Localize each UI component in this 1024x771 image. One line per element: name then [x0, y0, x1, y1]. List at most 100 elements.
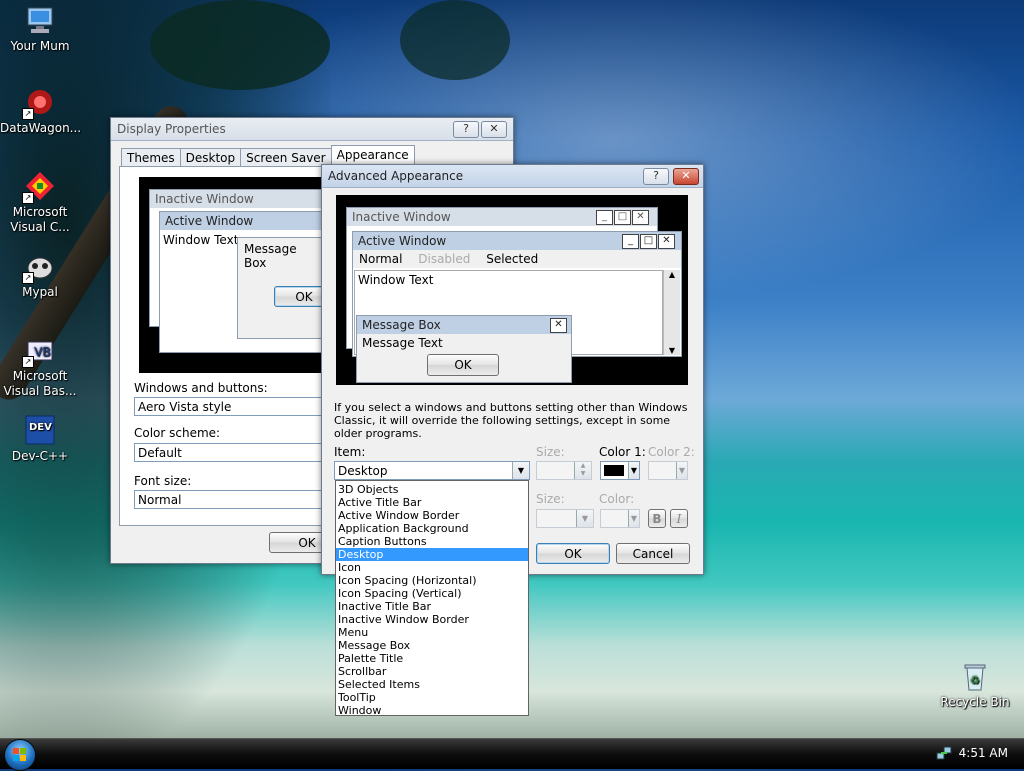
dropdown-option[interactable]: Icon Spacing (Vertical) [336, 587, 528, 600]
color-scheme-label: Color scheme: [134, 426, 221, 440]
help-button[interactable]: ? [453, 121, 479, 138]
font-size-label: Font size: [134, 474, 192, 488]
windows-logo-icon [13, 748, 27, 762]
preview-message-box-titlebar: Message Box ✕ [357, 316, 571, 334]
shortcut-arrow-icon: ↗ [22, 272, 34, 284]
dropdown-option[interactable]: Selected Items [336, 678, 528, 691]
dropdown-option[interactable]: Active Window Border [336, 509, 528, 522]
desktop-icon-label: DataWagon... [0, 121, 82, 135]
dropdown-option[interactable]: Inactive Window Border [336, 613, 528, 626]
font-color-picker[interactable]: ▼ [600, 509, 640, 528]
advanced-cancel-button[interactable]: Cancel [616, 543, 690, 564]
preview-menu-bar: Normal Disabled Selected [353, 250, 681, 268]
bold-button[interactable]: B [648, 509, 666, 528]
taskbar: 4:51 AM [0, 738, 1024, 771]
italic-button[interactable]: I [670, 509, 688, 528]
preview-active-title: Active Window [160, 212, 335, 230]
svg-text:♻: ♻ [970, 674, 980, 687]
tab-desktop[interactable]: Desktop [179, 148, 242, 167]
close-button[interactable]: ✕ [481, 121, 507, 138]
desktop-icon-datawagon[interactable]: ↗ DataWagon... [0, 86, 82, 136]
desktop-icon-recycle-bin[interactable]: ♻ Recycle Bin [935, 660, 1015, 710]
font-size-select[interactable]: ▼ [536, 509, 594, 528]
preview-menu-selected: Selected [486, 252, 539, 266]
font-size-label: Size: [536, 492, 565, 506]
advanced-ok-button[interactable]: OK [536, 543, 610, 564]
desktop-icon-label: Dev-C++ [11, 449, 69, 463]
tab-themes[interactable]: Themes [121, 148, 181, 167]
dropdown-option[interactable]: Menu [336, 626, 528, 639]
color-scheme-select[interactable]: Default [134, 443, 324, 462]
dropdown-option[interactable]: Icon [336, 561, 528, 574]
visual-basic-icon: VB ↗ [22, 334, 56, 368]
help-button[interactable]: ? [643, 168, 669, 185]
tab-screen-saver[interactable]: Screen Saver [240, 148, 332, 167]
chevron-down-icon: ▼ [576, 510, 593, 527]
preview-menu-normal: Normal [359, 252, 403, 266]
dropdown-option[interactable]: Scrollbar [336, 665, 528, 678]
color1-swatch [604, 465, 624, 476]
dropdown-option[interactable]: ToolTip [336, 691, 528, 704]
chevron-down-icon[interactable]: ▼ [512, 462, 529, 479]
close-icon: ✕ [658, 234, 675, 249]
preview-inactive-title: Inactive Window [150, 190, 330, 208]
scroll-down-icon: ▼ [668, 346, 676, 355]
start-button[interactable] [4, 739, 36, 771]
window-title: Advanced Appearance [328, 169, 464, 183]
desktop-icon-devcpp[interactable]: DEV Dev-C++ [0, 414, 80, 464]
palm-leaves-decoration [150, 0, 330, 90]
computer-icon [24, 4, 56, 36]
item-label: Item: [334, 445, 366, 459]
devcpp-icon: DEV [24, 414, 56, 446]
size-label: Size: [536, 445, 565, 459]
dropdown-option[interactable]: Icon Spacing (Horizontal) [336, 574, 528, 587]
preview-active-title: Active Window [358, 234, 447, 248]
minimize-icon: _ [622, 234, 639, 249]
desktop-icon-label: Microsoft Visual C... [10, 205, 70, 234]
preview-active-titlebar: Active Window _ □ ✕ [353, 232, 681, 250]
dropdown-option[interactable]: Window [336, 704, 528, 717]
color1-picker[interactable]: ▼ [600, 461, 640, 480]
dropdown-option[interactable]: 3D Objects [336, 483, 528, 496]
preview-message-box-title: Message Box [362, 318, 441, 332]
tab-strip: Themes Desktop Screen Saver Appearance [121, 145, 415, 167]
desktop-icon-visual-c[interactable]: ↗ Microsoft Visual C... [0, 170, 80, 235]
preview-message-box-title: Message Box [244, 242, 297, 270]
size-spinner[interactable]: ▲ ▼ [536, 461, 592, 480]
desktop-icon-visual-basic[interactable]: VB ↗ Microsoft Visual Bas... [0, 334, 80, 399]
chevron-down-icon: ▼ [628, 510, 639, 527]
preview-message-box: Message Box ✕ Message Text OK [356, 315, 572, 383]
dropdown-option[interactable]: Application Background [336, 522, 528, 535]
close-icon: ✕ [632, 210, 649, 225]
network-icon[interactable] [936, 745, 952, 761]
minimize-icon: _ [596, 210, 613, 225]
windows-buttons-select[interactable]: Aero Vista style [134, 397, 324, 416]
datawagon-icon: ↗ [22, 86, 56, 120]
color2-label: Color 2: [648, 445, 695, 459]
preview-message-box: Message Box OK [237, 237, 334, 339]
maximize-icon: □ [640, 234, 657, 249]
preview-menu-disabled: Disabled [418, 252, 471, 266]
close-button[interactable]: ✕ [673, 168, 699, 185]
advanced-appearance-titlebar[interactable]: Advanced Appearance ? ✕ [322, 165, 703, 188]
display-properties-titlebar[interactable]: Display Properties ? ✕ [111, 118, 513, 141]
desktop-icon-mypal[interactable]: ↗ Mypal [0, 250, 80, 300]
shortcut-arrow-icon: ↗ [22, 356, 34, 368]
mypal-icon: ↗ [22, 250, 56, 284]
preview-ok-button: OK [427, 354, 499, 376]
color2-picker[interactable]: ▼ [648, 461, 688, 480]
desktop-icon-your-mum[interactable]: Your Mum [0, 4, 80, 54]
item-dropdown-list: 3D Objects Active Title Bar Active Window … [335, 480, 529, 717]
font-size-select[interactable]: Normal [134, 490, 324, 509]
dropdown-option[interactable]: Desktop [336, 548, 528, 561]
windows-buttons-value: Aero Vista style [138, 400, 232, 414]
dropdown-option[interactable]: Caption Buttons [336, 535, 528, 548]
taskbar-clock[interactable]: 4:51 AM [959, 746, 1008, 760]
dropdown-option[interactable]: Inactive Title Bar [336, 600, 528, 613]
color-scheme-value: Default [138, 446, 182, 460]
dropdown-option[interactable]: Palette Title [336, 652, 528, 665]
desktop-icon-label: Your Mum [10, 39, 70, 53]
dropdown-option[interactable]: Active Title Bar [336, 496, 528, 509]
dropdown-option[interactable]: Message Box [336, 639, 528, 652]
item-select[interactable]: Desktop ▼ [334, 461, 530, 480]
